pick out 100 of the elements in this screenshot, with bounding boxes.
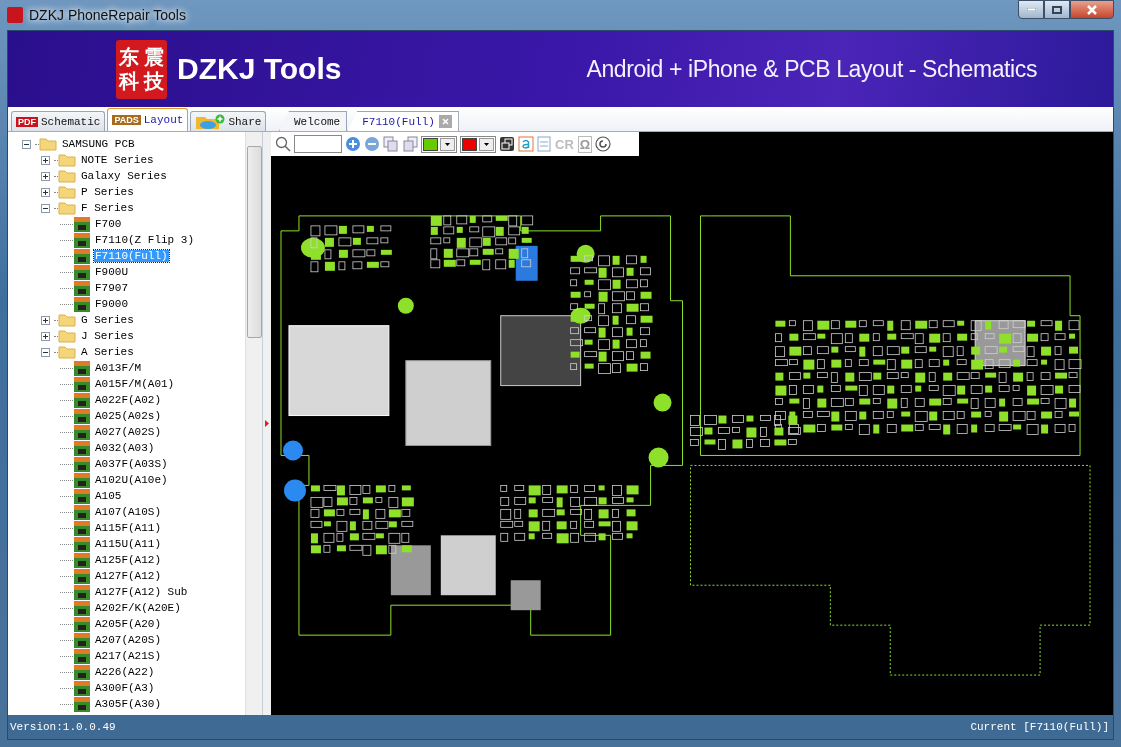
panel-tab[interactable]: Share — [190, 111, 267, 131]
circuit-board-icon — [73, 696, 91, 712]
tree-item[interactable]: A115U(A11) — [94, 538, 162, 550]
zoom-input-field[interactable] — [294, 135, 342, 153]
tree-item[interactable]: A300F(A3) — [94, 682, 156, 694]
document-tab[interactable]: Welcome — [279, 111, 348, 131]
tree-item[interactable]: A305F(A30) — [94, 698, 162, 710]
zoom-in-icon[interactable] — [345, 136, 361, 152]
close-icon — [1087, 4, 1097, 15]
tree-item[interactable]: A022F(A02) — [94, 394, 162, 406]
tree-item[interactable]: A013F/M — [94, 362, 143, 374]
tree-item[interactable]: SAMSUNG PCB — [61, 138, 136, 150]
tree-item[interactable]: A226(A22) — [94, 666, 156, 678]
tree-item[interactable]: A107(A10S) — [94, 506, 162, 518]
app-logo-icon — [7, 7, 23, 23]
windows-icon[interactable] — [499, 136, 515, 152]
tree-item[interactable]: A105 — [94, 490, 123, 502]
circuit-board-icon — [73, 296, 91, 312]
document-type-badge: PADS — [112, 115, 141, 125]
circuit-board-icon — [73, 392, 91, 408]
caret-icon — [484, 142, 489, 146]
circuit-board-icon — [73, 664, 91, 680]
tree-item[interactable]: A015F/M(A01) — [94, 378, 176, 390]
document-tab[interactable]: F7110(Full) — [347, 111, 459, 131]
circuit-board-icon — [73, 424, 91, 440]
panel-tab[interactable]: PADS Layout — [107, 108, 189, 131]
expand-toggle[interactable] — [41, 155, 50, 165]
tree-item[interactable]: A102U(A10e) — [94, 474, 169, 486]
brand-name: DZKJ Tools — [177, 52, 342, 86]
plus-icon — [42, 316, 49, 324]
circuit-board-icon — [73, 472, 91, 488]
circuit-board-icon — [73, 280, 91, 296]
collapse-toggle[interactable] — [22, 139, 31, 149]
folder-icon — [58, 201, 76, 215]
folder-icon — [58, 329, 76, 343]
tree-item[interactable]: A125F(A12) — [94, 554, 162, 566]
tree-item[interactable]: J Series — [80, 330, 135, 342]
circuit-board-icon — [73, 584, 91, 600]
expand-toggle[interactable] — [41, 331, 50, 341]
maximize-button[interactable] — [1044, 0, 1070, 19]
minimize-button[interactable] — [1018, 0, 1044, 19]
tree-item[interactable]: A Series — [80, 346, 135, 358]
folder-icon — [39, 137, 57, 151]
tree-item[interactable]: F9000 — [94, 298, 129, 310]
window-title: DZKJ PhoneRepair Tools — [29, 7, 186, 23]
panel-tab[interactable]: PDF Schematic — [11, 111, 106, 131]
folder-icon — [58, 345, 76, 359]
scrollbar[interactable] — [245, 132, 262, 715]
current-file-label: Current [F7110(Full)] — [970, 721, 1109, 733]
circuit-board-icon — [73, 360, 91, 376]
version-label: Version:1.0.0.49 — [10, 721, 116, 733]
close-button[interactable] — [1070, 0, 1114, 19]
circuit-board-icon — [73, 264, 91, 280]
circuit-board-icon — [73, 568, 91, 584]
circuit-board-icon — [73, 504, 91, 520]
plus-icon — [42, 188, 49, 196]
tree-item[interactable]: A037F(A03S) — [94, 458, 169, 470]
circuit-board-icon — [73, 456, 91, 472]
logo-character: 东 — [118, 45, 139, 69]
expand-toggle[interactable] — [41, 187, 50, 197]
circuit-board-icon — [73, 680, 91, 696]
tree-item[interactable]: A202F/K(A20E) — [94, 602, 182, 614]
tree-item[interactable]: G Series — [80, 314, 135, 326]
cloud-folder-icon — [195, 113, 226, 130]
tree-item[interactable]: NOTE Series — [80, 154, 155, 166]
tree-item[interactable]: F7110(Z Flip 3) — [94, 234, 196, 246]
tree-item[interactable]: A127F(A12) — [94, 570, 162, 582]
close-icon — [441, 118, 449, 125]
folder-icon — [58, 185, 76, 199]
tree-item[interactable]: F Series — [80, 202, 135, 214]
tree-item[interactable]: A217(A21S) — [94, 650, 162, 662]
tree-item[interactable]: A127F(A12) Sub — [94, 586, 189, 598]
folder-icon — [58, 153, 76, 167]
tree-item[interactable]: A115F(A11) — [94, 522, 162, 534]
plus-icon — [42, 332, 49, 340]
tree-item[interactable]: P Series — [80, 186, 135, 198]
folder-icon — [58, 313, 76, 327]
plus-icon — [42, 172, 49, 180]
logo-character: 震 — [144, 45, 165, 69]
color-picker[interactable] — [460, 135, 496, 153]
tree-item[interactable]: F700 — [94, 218, 123, 230]
search-icon[interactable] — [275, 136, 291, 152]
tree-item[interactable]: A207(A20S) — [94, 634, 162, 646]
refresh-icon[interactable] — [595, 136, 612, 152]
tree-item[interactable]: A025(A02s) — [94, 410, 162, 422]
color-picker[interactable] — [421, 135, 457, 153]
banner-tagline: Android + iPhone & PCB Layout - Schematics — [586, 55, 1037, 83]
tree-item[interactable]: A205F(A20) — [94, 618, 162, 630]
tree-item[interactable]: F7907 — [94, 282, 129, 294]
maximize-icon — [1052, 5, 1062, 14]
tree-item[interactable]: A032(A03) — [94, 442, 156, 454]
tree-item[interactable]: Galaxy Series — [80, 170, 168, 182]
tree-item[interactable]: F900U — [94, 266, 129, 278]
circuit-board-icon — [73, 520, 91, 536]
expand-toggle[interactable] — [41, 315, 50, 325]
tree-item[interactable]: A027(A02S) — [94, 426, 162, 438]
expand-toggle[interactable] — [41, 171, 50, 181]
plus-icon — [42, 156, 49, 164]
collapse-toggle[interactable] — [41, 347, 50, 357]
collapse-toggle[interactable] — [41, 203, 50, 213]
